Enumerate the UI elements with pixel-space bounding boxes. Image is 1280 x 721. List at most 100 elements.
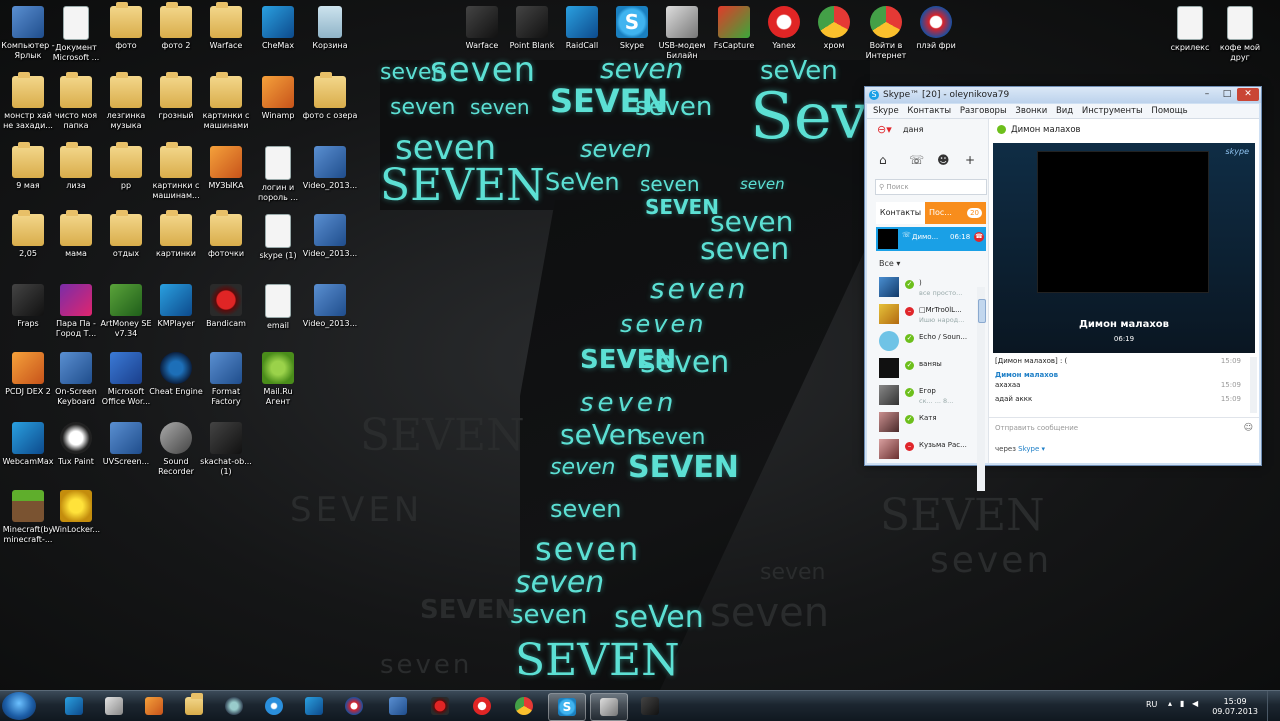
desktop-icon-folder[interactable]: картинки с машинами: [198, 72, 254, 131]
taskbar-ie[interactable]: [256, 693, 292, 719]
taskbar-explorer[interactable]: [176, 693, 212, 719]
taskbar-playfree[interactable]: [336, 693, 372, 719]
desktop-icon-fscapture[interactable]: FsCapture: [706, 6, 762, 51]
clock[interactable]: 15:09 09.07.2013: [1212, 697, 1258, 717]
menu-help[interactable]: Помощь: [1151, 106, 1187, 116]
desktop-icon-recycle-bin[interactable]: Корзина: [302, 6, 358, 51]
desktop-icon-folder[interactable]: Warface: [198, 2, 254, 51]
contact-item[interactable]: – □MrTro0lL... Ишю народ...: [879, 304, 981, 326]
taskbar-skype[interactable]: S: [548, 693, 586, 721]
status-busy-icon[interactable]: ⊖▾: [877, 123, 892, 136]
contacts-scrollbar[interactable]: [977, 287, 986, 491]
desktop-icon-video[interactable]: Video_2013...: [302, 214, 358, 259]
skype-window[interactable]: S Skype™ [20] - oleynikova79 – □ ✕ Skype…: [864, 86, 1262, 491]
desktop-icon-formatfactory[interactable]: Format Factory: [198, 352, 254, 407]
conversation-title[interactable]: Димон малахов: [1011, 125, 1081, 135]
taskbar-yandex[interactable]: [464, 693, 500, 719]
desktop-icon-yandex[interactable]: Yanex: [756, 6, 812, 51]
close-button[interactable]: ✕: [1237, 88, 1259, 101]
menu-skype[interactable]: Skype: [873, 106, 899, 116]
menu-conversations[interactable]: Разговоры: [960, 106, 1007, 116]
contact-item[interactable]: ✓) все просто...: [879, 277, 981, 299]
desktop-icon-keyboard[interactable]: On-Screen Keyboard: [48, 352, 104, 407]
contact-item[interactable]: – Кузьма Рас...: [879, 439, 981, 461]
desktop-icon-chrome[interactable]: хром: [806, 6, 862, 51]
desktop-icon-document[interactable]: Документ Microsoft ...: [48, 6, 104, 63]
desktop-icon-folder[interactable]: фото с озера: [302, 72, 358, 121]
desktop-icon-document[interactable]: логин и пороль ...: [250, 146, 306, 203]
send-via-selector[interactable]: через Skype ▾: [995, 445, 1045, 453]
search-input[interactable]: ⚲ Поиск: [875, 179, 987, 195]
desktop-icon-chemax[interactable]: CheMax: [250, 6, 306, 51]
desktop-icon-folder[interactable]: фото: [98, 2, 154, 51]
taskbar-media[interactable]: [136, 693, 172, 719]
desktop-icon-skype[interactable]: S Skype: [604, 6, 660, 51]
desktop-icon-image[interactable]: skachat-ob... (1): [198, 422, 254, 477]
desktop-icon-mp3[interactable]: скрилекс: [1162, 6, 1218, 53]
taskbar-bandicam[interactable]: [422, 693, 458, 719]
contact-item[interactable]: ✓ Echo / Soun...: [879, 331, 981, 353]
message-input[interactable]: Отправить сообщение ☺: [989, 417, 1259, 446]
desktop-icon-file[interactable]: email: [250, 284, 306, 331]
taskbar-uvscreen[interactable]: [380, 693, 416, 719]
desktop-icon-internet[interactable]: Войти в Интернет: [858, 6, 914, 61]
group-icon[interactable]: ☻: [937, 153, 950, 167]
taskbar-usb-modem[interactable]: [590, 693, 628, 721]
maximize-button[interactable]: □: [1217, 88, 1237, 101]
show-desktop-button[interactable]: [1267, 691, 1280, 721]
tray-arrow-icon[interactable]: ▴: [1168, 699, 1172, 708]
taskbar-chemax[interactable]: [56, 693, 92, 719]
user-name[interactable]: даня: [903, 125, 923, 134]
desktop-icon-folder[interactable]: картинки с машинам...: [148, 142, 204, 201]
desktop-icon-mailru[interactable]: Mail.Ru Агент: [250, 352, 306, 407]
desktop-icon-pointblank[interactable]: Point Blank: [504, 6, 560, 51]
desktop-icon-folder[interactable]: грозный: [148, 72, 204, 121]
video-call-area[interactable]: skype Димон малахов 06:19: [993, 143, 1255, 353]
menu-contacts[interactable]: Контакты: [907, 106, 951, 116]
filter-dropdown[interactable]: Все ▾: [879, 259, 900, 268]
desktop-icon-folder[interactable]: pp: [98, 142, 154, 191]
chat-scrollbar[interactable]: [1250, 357, 1257, 413]
desktop-icon-video[interactable]: Пара Па - Город Т...: [48, 284, 104, 339]
desktop-icon-recorder[interactable]: Sound Recorder: [148, 422, 204, 477]
start-button[interactable]: [2, 692, 36, 720]
desktop-icon-usb-modem[interactable]: USB-модем Билайн: [654, 6, 710, 61]
desktop-icon-folder[interactable]: картинки: [148, 210, 204, 259]
menu-calls[interactable]: Звонки: [1015, 106, 1047, 116]
taskbar-raidcall[interactable]: [296, 693, 332, 719]
desktop-icon-artmoney[interactable]: ArtMoney SE v7.34: [98, 284, 154, 339]
menu-tools[interactable]: Инструменты: [1082, 106, 1143, 116]
desktop-icon-warface[interactable]: Warface: [454, 6, 510, 51]
desktop-icon-folder[interactable]: фоточки: [198, 210, 254, 259]
desktop-icon-file[interactable]: skype (1): [250, 214, 306, 261]
desktop-icon-playfree[interactable]: плэй фри: [908, 6, 964, 51]
desktop-icon-tuxpaint[interactable]: Tux Paint: [48, 422, 104, 467]
desktop-icon-video[interactable]: Video_2013...: [302, 284, 358, 329]
desktop-icon-uvscreen[interactable]: UVScreen...: [98, 422, 154, 467]
phone-icon[interactable]: ☏: [909, 153, 924, 167]
contact-item[interactable]: ✓ Егор ск... ... 8...: [879, 385, 981, 407]
desktop-icon-folder[interactable]: фото 2: [148, 2, 204, 51]
skype-title-bar[interactable]: S Skype™ [20] - oleynikova79 – □ ✕: [865, 87, 1261, 103]
desktop-icon-cheatengine[interactable]: Cheat Engine: [148, 352, 204, 397]
taskbar-chrome[interactable]: [506, 693, 542, 719]
contact-item[interactable]: ✓ Катя: [879, 412, 981, 434]
desktop-icon-folder[interactable]: лезгинка музыка: [98, 72, 154, 131]
tab-contacts[interactable]: Контакты: [876, 202, 925, 224]
desktop-icon-folder[interactable]: отдых: [98, 210, 154, 259]
volume-icon[interactable]: ◀: [1192, 699, 1198, 708]
network-icon[interactable]: ▮: [1180, 699, 1184, 708]
scrollbar-thumb[interactable]: [978, 299, 986, 323]
desktop-icon-folder[interactable]: лиза: [48, 142, 104, 191]
taskbar-warface[interactable]: [632, 693, 668, 719]
desktop-icon-word[interactable]: Microsoft Office Wor...: [98, 352, 154, 407]
minimize-button[interactable]: –: [1197, 88, 1217, 101]
desktop-icon-video[interactable]: Video_2013...: [302, 146, 358, 191]
desktop-icon-folder[interactable]: МУЗЫКА: [198, 146, 254, 191]
desktop-icon-raidcall[interactable]: RaidCall: [554, 6, 610, 51]
desktop-icon-bandicam[interactable]: Bandicam: [198, 284, 254, 329]
active-call-item[interactable]: ☏ Димо... 06:18 ☎: [876, 227, 986, 251]
menu-view[interactable]: Вид: [1056, 106, 1073, 116]
emoticon-icon[interactable]: ☺: [1244, 418, 1253, 438]
desktop-icon-kmplayer[interactable]: KMPlayer: [148, 284, 204, 329]
